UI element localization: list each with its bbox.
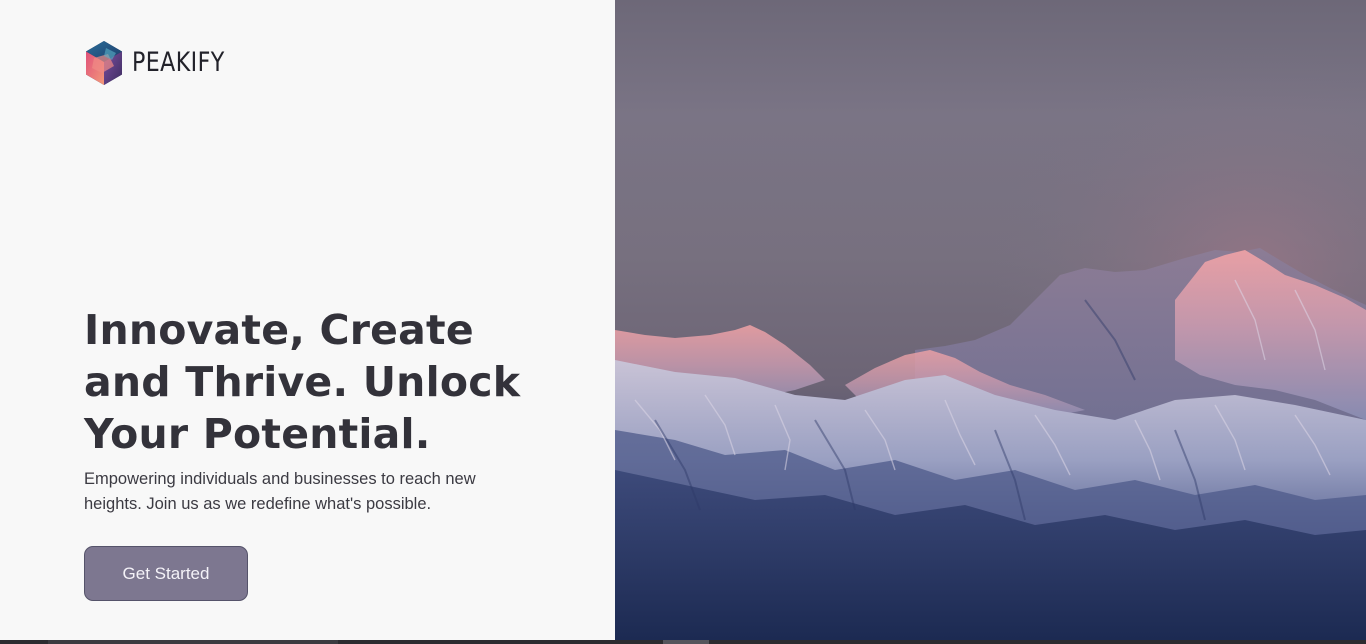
mountain-illustration — [615, 0, 1366, 640]
hero-subtitle: Empowering individuals and businesses to… — [84, 470, 476, 513]
bottom-strip-segment — [48, 640, 338, 644]
brand-logo[interactable]: PEAKIFY — [84, 40, 245, 86]
hexagon-gem-icon — [86, 41, 122, 85]
hero-title: Innovate, Create and Thrive. Unlock Your… — [84, 306, 521, 458]
get-started-button[interactable]: Get Started — [84, 546, 248, 601]
hero-image — [615, 0, 1366, 640]
bottom-strip — [0, 640, 1366, 644]
brand-name: PEAKIFY — [132, 47, 225, 78]
hero-panel: PEAKIFY Innovate, Create and Thrive. Unl… — [0, 0, 615, 644]
landing-page: PEAKIFY Innovate, Create and Thrive. Unl… — [0, 0, 1366, 644]
bottom-strip-segment — [663, 640, 709, 644]
